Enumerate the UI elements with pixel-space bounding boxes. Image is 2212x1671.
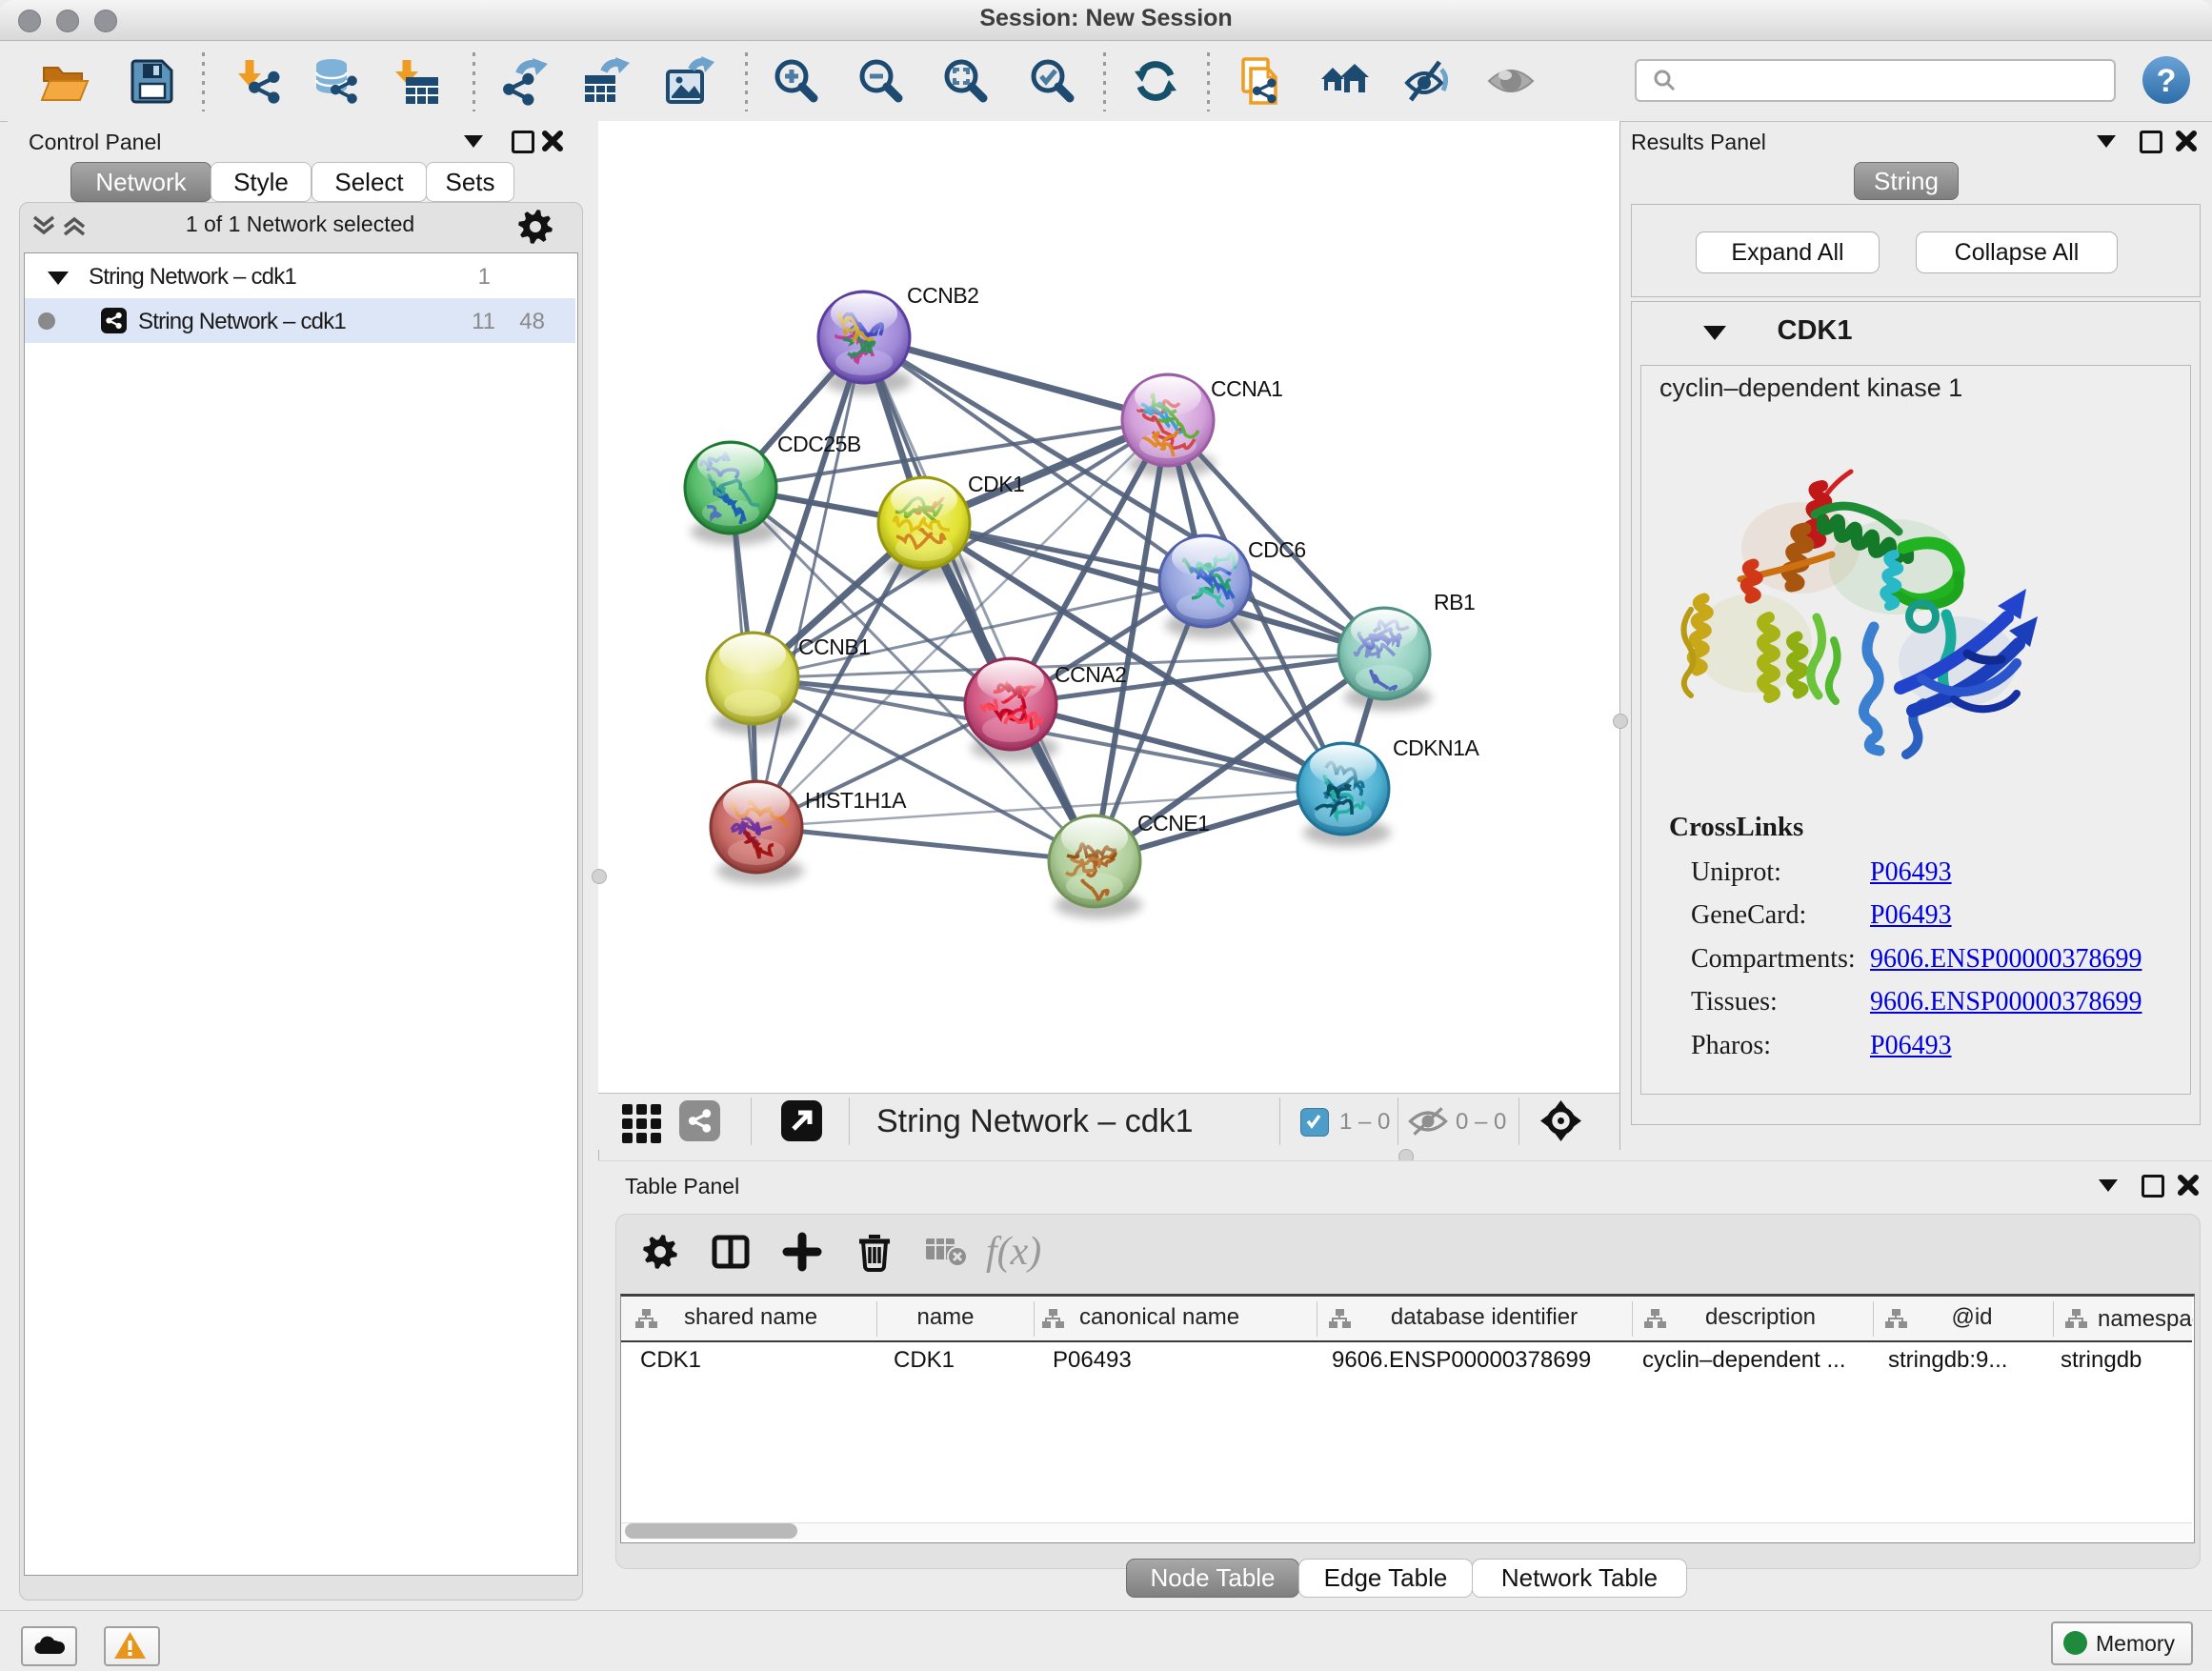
- svg-text:RB1: RB1: [1434, 590, 1475, 614]
- svg-text:CCNB2: CCNB2: [907, 283, 978, 308]
- svg-text:HIST1H1A: HIST1H1A: [805, 788, 907, 813]
- svg-text:CCNE1: CCNE1: [1137, 811, 1209, 836]
- svg-text:?: ?: [2157, 63, 2177, 99]
- svg-text:CDC25B: CDC25B: [777, 432, 861, 456]
- svg-text:CCNB1: CCNB1: [798, 634, 870, 659]
- svg-text:CDK1: CDK1: [968, 472, 1024, 496]
- svg-text:CDKN1A: CDKN1A: [1393, 735, 1479, 760]
- svg-text:CDC6: CDC6: [1248, 537, 1306, 562]
- svg-text:CCNA2: CCNA2: [1055, 662, 1126, 687]
- svg-text:CCNA1: CCNA1: [1211, 376, 1282, 401]
